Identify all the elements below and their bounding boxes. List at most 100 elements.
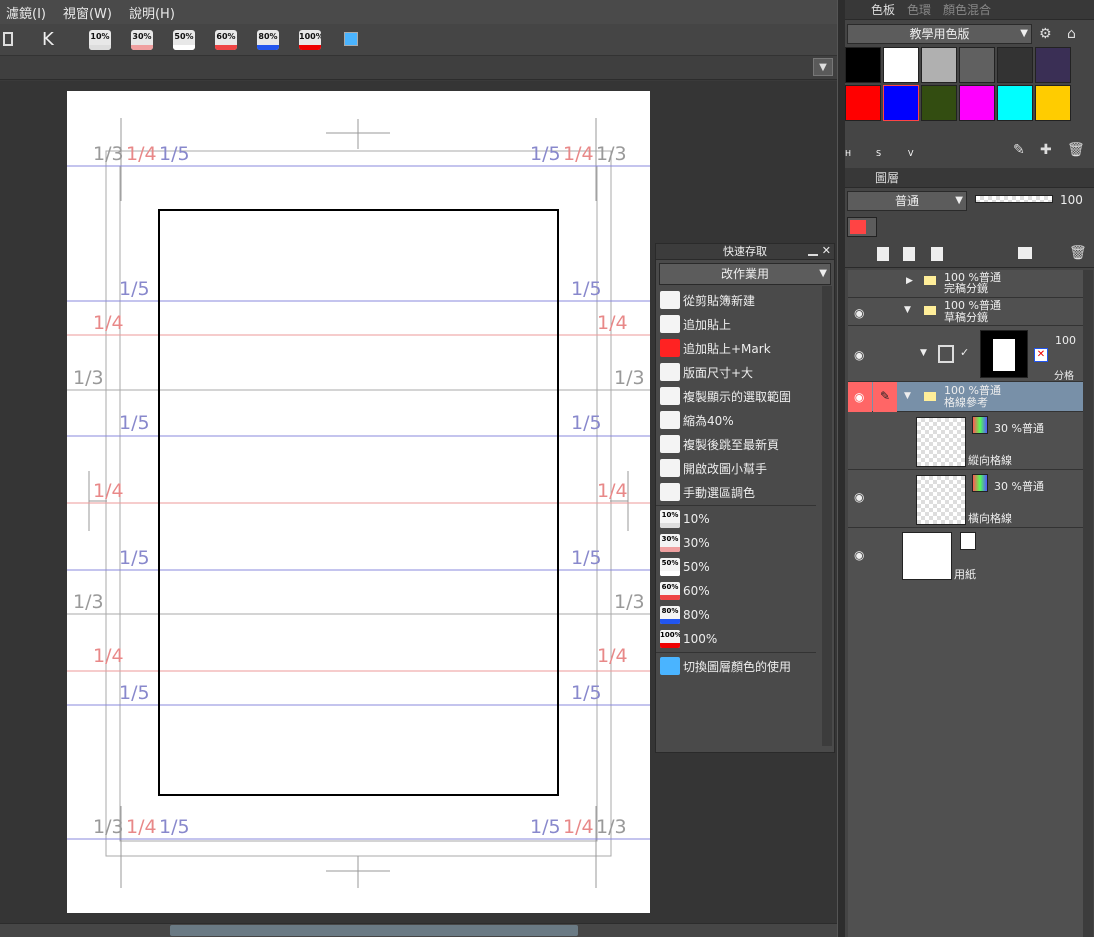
menu-window[interactable]: 視窗(W) — [57, 3, 123, 22]
guide-label-third: 1/3 — [93, 143, 124, 165]
layer-row-paper[interactable]: ◉ 用紙 — [848, 528, 1083, 584]
lock-icon[interactable]: ⌂ — [1067, 26, 1076, 42]
command-bar: K 10% 30% 50% 60% 80% 100% — [0, 24, 837, 56]
quick-access-set-select[interactable]: 改作業用 ▼ — [659, 263, 831, 285]
layer-row-vertical-grid[interactable]: 30 %普通 縱向格線 — [848, 412, 1083, 470]
color-swatch[interactable] — [1035, 85, 1071, 121]
eye-icon[interactable]: ◉ — [854, 490, 864, 504]
layer-list-icon[interactable] — [3, 32, 13, 46]
eye-icon[interactable]: ◉ — [848, 382, 872, 412]
color-swatch[interactable] — [997, 85, 1033, 121]
new-layer-icon[interactable] — [877, 247, 889, 261]
layer-color-toggle-icon[interactable] — [344, 32, 358, 46]
layer-row-final[interactable]: ▶ 100 %普通 完稿分鏡 — [848, 270, 1083, 298]
quick-access-item[interactable]: 複製後跳至最新頁 — [656, 432, 816, 456]
quick-access-opacity-item[interactable]: 50% 50% — [656, 555, 816, 579]
color-swatch[interactable] — [959, 47, 995, 83]
add-color-icon[interactable]: ✚ — [1040, 142, 1052, 158]
menu-help[interactable]: 說明(H) — [123, 3, 186, 22]
color-set-select[interactable]: 教學用色版 ▼ — [847, 24, 1032, 44]
quick-access-item[interactable]: 開啟改圖小幫手 — [656, 456, 816, 480]
quick-access-opacity-item[interactable]: 80% 80% — [656, 603, 816, 627]
pen-icon[interactable]: ✎ — [873, 382, 897, 412]
new-vector-layer-icon[interactable] — [903, 247, 915, 261]
quick-access-opacity-item[interactable]: 30% 30% — [656, 531, 816, 555]
eye-icon[interactable]: ◉ — [854, 548, 864, 562]
eyedropper-icon[interactable]: ✎ — [1013, 142, 1025, 158]
close-icon[interactable]: ✕ — [822, 244, 831, 257]
color-swatch[interactable] — [845, 85, 881, 121]
scale-40-icon — [660, 411, 680, 429]
opacity-30-button[interactable]: 30% — [131, 30, 153, 50]
expand-arrow-icon[interactable]: ▶ — [906, 276, 913, 286]
quick-access-item[interactable]: 追加貼上 — [656, 312, 816, 336]
quick-access-item[interactable]: 從剪貼簿新建 — [656, 288, 816, 312]
k-button[interactable]: K — [42, 29, 54, 50]
minimize-icon[interactable] — [808, 246, 818, 256]
opacity-value[interactable]: 100 — [1060, 193, 1083, 207]
scroll-thumb[interactable] — [170, 925, 578, 936]
opacity-60-button[interactable]: 60% — [215, 30, 237, 50]
gradient-layer-icon — [972, 416, 988, 434]
quick-access-item[interactable]: 複製顯示的選取範圍 — [656, 384, 816, 408]
guide-label-quarter: 1/4 — [563, 816, 594, 838]
manga-page[interactable]: 1/3 1/4 1/5 1/5 1/4 1/3 1/5 1/5 1/4 1/4 … — [67, 91, 650, 913]
chevron-down-icon: ▼ — [819, 268, 827, 279]
layer-row-horizontal-grid[interactable]: ◉ 30 %普通 橫向格線 — [848, 470, 1083, 528]
color-swatch[interactable] — [883, 85, 919, 121]
eye-icon[interactable]: ◉ — [854, 348, 864, 362]
mask-icon[interactable] — [1018, 247, 1032, 259]
opacity-100-button[interactable]: 100% — [299, 30, 321, 50]
quick-access-scrollbar[interactable] — [822, 286, 832, 746]
opacity-80-button[interactable]: 80% — [257, 30, 279, 50]
color-swatch[interactable] — [997, 47, 1033, 83]
guide-label-quarter: 1/4 — [563, 143, 594, 165]
collapse-arrow-icon[interactable]: ▼ — [904, 305, 911, 315]
new-folder-icon[interactable] — [931, 247, 943, 261]
tab-layers[interactable]: 圖層 — [845, 168, 905, 188]
layer-row-draft[interactable]: ◉ ▼ 100 %普通 草稿分鏡 — [848, 298, 1083, 326]
hsv-v-label: V — [908, 149, 914, 158]
quick-access-item[interactable]: 手動選區調色 — [656, 480, 816, 504]
opacity-badge-icon: 50% — [660, 558, 680, 576]
collapse-arrow-icon[interactable]: ▼ — [920, 348, 927, 358]
mask-off-icon[interactable]: ✕ — [1034, 348, 1048, 362]
palette-tabbar: 色板 色環 顏色混合 — [845, 0, 1094, 20]
opacity-slider[interactable] — [975, 195, 1053, 203]
opacity-10-button[interactable]: 10% — [89, 30, 111, 50]
color-swatch[interactable] — [1035, 47, 1071, 83]
layer-thumbnail — [902, 532, 952, 580]
horizontal-scrollbar[interactable] — [0, 923, 837, 937]
wrench-icon[interactable]: ⚙ — [1039, 26, 1052, 42]
layer-scrollbar[interactable] — [1083, 270, 1093, 937]
guide-label-fifth: 1/5 — [530, 816, 561, 838]
layer-row-grid-reference[interactable]: ◉ ✎ ▼ 100 %普通 格線參考 — [848, 382, 1083, 412]
quick-access-item[interactable]: 縮為40% — [656, 408, 816, 432]
quick-access-item[interactable]: 版面尺寸+大 — [656, 360, 816, 384]
tab-color-wheel[interactable]: 色環 — [901, 0, 937, 20]
collapse-arrow-icon[interactable]: ▼ — [904, 391, 911, 401]
trash-icon[interactable]: 🗑 — [1067, 142, 1085, 158]
eye-icon[interactable]: ◉ — [854, 306, 864, 320]
trash-icon[interactable]: 🗑 — [1069, 245, 1087, 261]
color-swatch[interactable] — [921, 85, 957, 121]
color-swatch[interactable] — [959, 85, 995, 121]
blend-mode-select[interactable]: 普通 ▼ — [847, 191, 967, 211]
dropdown-arrow-icon[interactable]: ▼ — [813, 58, 833, 76]
color-swatch[interactable] — [845, 47, 881, 83]
layer-color-select[interactable] — [847, 217, 877, 237]
tab-color-mix[interactable]: 顏色混合 — [937, 0, 997, 20]
quick-access-opacity-item[interactable]: 10% 10% — [656, 507, 816, 531]
quick-access-opacity-item[interactable]: 100% 100% — [656, 627, 816, 651]
quick-access-item[interactable]: 切換圖層顏色的使用 — [656, 654, 816, 678]
panel-divider[interactable] — [837, 0, 845, 937]
layer-row-frame[interactable]: ◉ ▼ ✓ ✕ 100 分格 — [848, 326, 1083, 382]
menu-filter[interactable]: 濾鏡(I) — [0, 3, 57, 22]
color-swatch[interactable] — [883, 47, 919, 83]
clipboard-icon — [660, 315, 680, 333]
quick-access-item[interactable]: 追加貼上+Mark — [656, 336, 816, 360]
tab-color-set[interactable]: 色板 — [845, 0, 901, 20]
quick-access-opacity-item[interactable]: 60% 60% — [656, 579, 816, 603]
color-swatch[interactable] — [921, 47, 957, 83]
opacity-50-button[interactable]: 50% — [173, 30, 195, 50]
